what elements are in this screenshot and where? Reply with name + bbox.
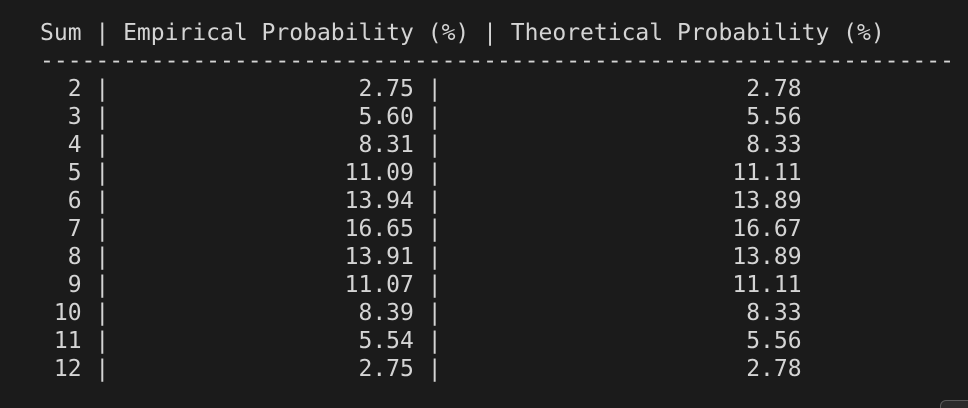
- table-row: 8 | 13.91 | 13.89: [40, 244, 802, 270]
- table-row: 3 | 5.60 | 5.56: [40, 104, 802, 130]
- terminal-output: Sum | Empirical Probability (%) | Theore…: [0, 0, 968, 408]
- table-row: 9 | 11.07 | 11.11: [40, 272, 802, 298]
- table-row: 2 | 2.75 | 2.78: [40, 76, 802, 102]
- table-row: 5 | 11.09 | 11.11: [40, 160, 802, 186]
- table-separator: ----------------------------------------…: [40, 48, 954, 74]
- table-row: 11 | 5.54 | 5.56: [40, 328, 802, 354]
- table-row: 7 | 16.65 | 16.67: [40, 216, 802, 242]
- table-row: 12 | 2.75 | 2.78: [40, 356, 802, 382]
- table-row: 10 | 8.39 | 8.33: [40, 300, 802, 326]
- scroll-corner-widget[interactable]: [940, 400, 968, 408]
- table-header: Sum | Empirical Probability (%) | Theore…: [40, 20, 885, 46]
- table-row: 6 | 13.94 | 13.89: [40, 188, 802, 214]
- table-row: 4 | 8.31 | 8.33: [40, 132, 802, 158]
